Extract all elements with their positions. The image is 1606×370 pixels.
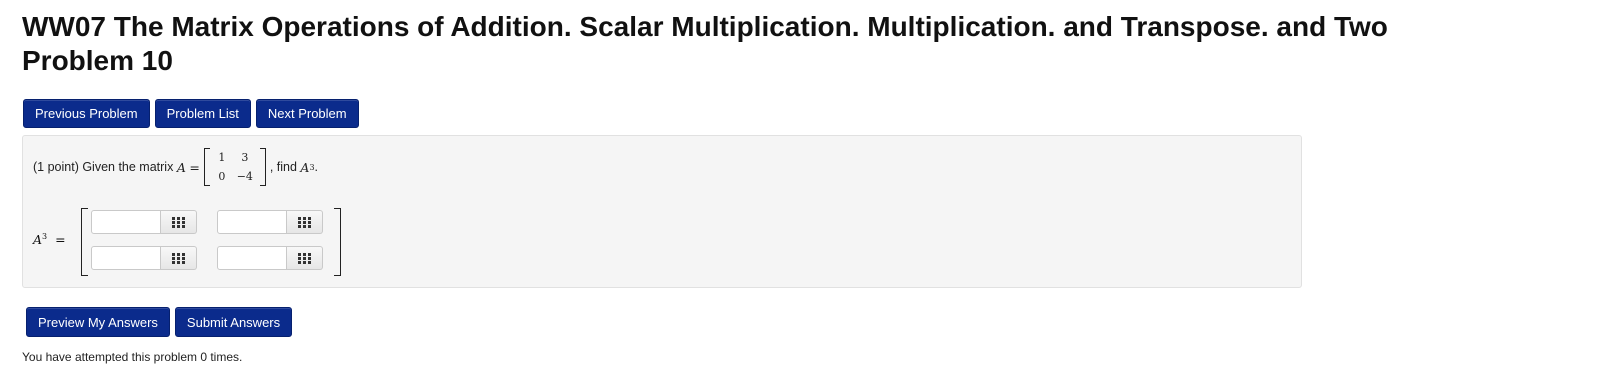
- matrix-grid-icon[interactable]: [287, 246, 323, 270]
- given-matrix: 1 3 0 −4: [203, 148, 266, 186]
- problem-intro-text: (1 point) Given the matrix: [33, 160, 174, 174]
- page-title-line1: WW07 The Matrix Operations of Addition. …: [22, 11, 1388, 42]
- matrix-entry: 1: [218, 151, 226, 164]
- previous-problem-button[interactable]: Previous Problem: [23, 99, 150, 128]
- equals-sign: =: [189, 159, 200, 175]
- submit-answers-button[interactable]: Submit Answers: [174, 307, 293, 337]
- right-bracket: [259, 148, 266, 186]
- answer-label: A3 =: [33, 232, 66, 247]
- answer-input[interactable]: [91, 210, 161, 234]
- matrix-grid-icon[interactable]: [287, 210, 323, 234]
- answer-matrix-name: A: [33, 232, 43, 248]
- matrix-name: A: [176, 159, 186, 175]
- preview-answers-button[interactable]: Preview My Answers: [26, 307, 170, 337]
- page-title: WW07 The Matrix Operations of Addition. …: [22, 10, 1606, 78]
- find-text: , find: [269, 160, 297, 174]
- matrix-entry: 3: [241, 151, 249, 164]
- answer-cell-r1c2: [217, 210, 323, 234]
- problem-navigation: Previous Problem Problem List Next Probl…: [23, 99, 359, 128]
- problem-list-button[interactable]: Problem List: [154, 99, 251, 128]
- answer-cell-r2c1: [91, 246, 197, 270]
- answer-cell-r1c1: [91, 210, 197, 234]
- problem-statement: (1 point) Given the matrix A = 1 3 0 −4 …: [33, 146, 318, 188]
- answer-input[interactable]: [91, 246, 161, 270]
- answer-matrix-area: A3 =: [23, 204, 1301, 280]
- answer-equals-sign: =: [55, 232, 66, 248]
- matrix-entry: 0: [218, 170, 226, 183]
- answer-input[interactable]: [217, 246, 287, 270]
- given-matrix-grid: 1 3 0 −4: [210, 148, 260, 186]
- next-problem-button[interactable]: Next Problem: [255, 99, 359, 128]
- answer-left-bracket: [81, 208, 88, 276]
- answer-input[interactable]: [217, 210, 287, 234]
- answer-right-bracket: [334, 208, 341, 276]
- matrix-grid-icon[interactable]: [161, 210, 197, 234]
- problem-body: (1 point) Given the matrix A = 1 3 0 −4 …: [22, 135, 1302, 288]
- find-matrix-name: A: [300, 159, 310, 175]
- matrix-entry: −4: [236, 170, 253, 183]
- matrix-grid-icon[interactable]: [161, 246, 197, 270]
- answer-cell-r2c2: [217, 246, 323, 270]
- answer-actions: Preview My Answers Submit Answers: [26, 307, 293, 337]
- page-title-line2: Problem 10: [22, 45, 173, 76]
- answer-exponent: 3: [42, 232, 48, 241]
- attempts-status: You have attempted this problem 0 times.: [22, 350, 243, 364]
- find-period: .: [314, 160, 319, 174]
